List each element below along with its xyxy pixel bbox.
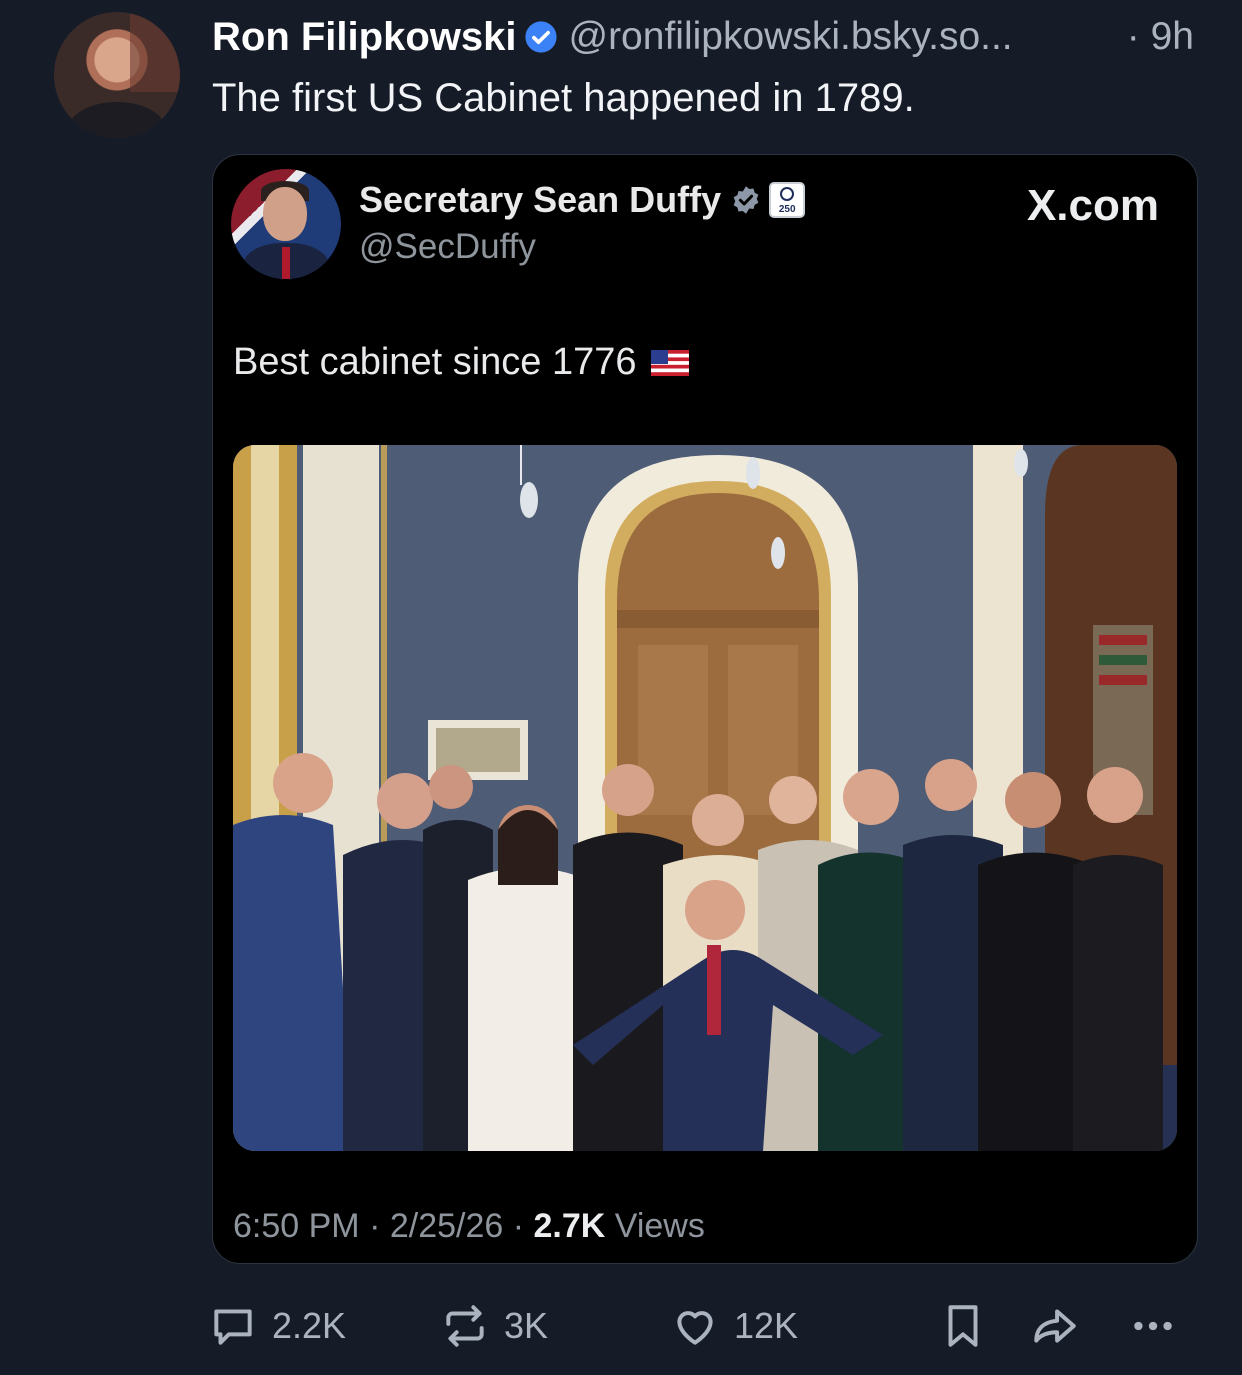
group-photo-illustration bbox=[233, 445, 1177, 1151]
embedded-post-timestamp[interactable]: 6:50 PM · 2/25/26 · bbox=[233, 1207, 534, 1245]
avatar-tie bbox=[282, 247, 290, 279]
share-arrow-icon bbox=[1034, 1309, 1076, 1343]
embedded-photo[interactable] bbox=[233, 445, 1177, 1151]
repost-button[interactable]: 3K bbox=[440, 1298, 548, 1354]
verified-check-icon bbox=[525, 21, 558, 53]
embedded-author-header: Secretary Sean Duffy 250 bbox=[359, 179, 806, 221]
views-label: Views bbox=[605, 1207, 705, 1245]
more-options-button[interactable] bbox=[1128, 1298, 1192, 1354]
views-count: 2.7K bbox=[533, 1207, 606, 1245]
us-flag-icon bbox=[650, 349, 689, 376]
embedded-author-handle[interactable]: @SecDuffy bbox=[359, 227, 536, 267]
post-header: Ron Filipkowski @ronfilipkowski.bsky.so.… bbox=[212, 12, 1013, 62]
repost-count: 3K bbox=[504, 1305, 549, 1346]
affiliation-badge-text: 250 bbox=[778, 204, 796, 215]
embedded-author-name[interactable]: Secretary Sean Duffy bbox=[359, 179, 721, 221]
bookmark-icon bbox=[948, 1305, 978, 1347]
reply-button[interactable]: 2.2K bbox=[208, 1298, 346, 1354]
post-text: The first US Cabinet happened in 1789. bbox=[212, 76, 915, 120]
embedded-post-card[interactable]: Secretary Sean Duffy 250 @SecDuffy X.com… bbox=[212, 154, 1198, 1264]
post-time[interactable]: · 9h bbox=[1127, 12, 1194, 62]
affiliation-seal bbox=[780, 187, 795, 201]
ellipsis-icon bbox=[1134, 1321, 1172, 1331]
post-actions-bar: 2.2K 3K 12K bbox=[0, 1298, 1242, 1354]
bookmark-button[interactable] bbox=[938, 1298, 1002, 1354]
avatar-background bbox=[130, 12, 180, 92]
author-avatar[interactable] bbox=[54, 12, 180, 138]
avatar-shirt bbox=[68, 102, 166, 138]
like-count: 12K bbox=[734, 1305, 799, 1346]
embedded-post-meta: 6:50 PM · 2/25/26 · 2.7K Views bbox=[233, 1207, 705, 1246]
heart-icon bbox=[677, 1311, 713, 1345]
embedded-post-text: Best cabinet since 1776 bbox=[233, 341, 637, 383]
share-button[interactable] bbox=[1030, 1298, 1094, 1354]
like-button[interactable]: 12K bbox=[670, 1298, 798, 1354]
affiliation-badge-icon: 250 bbox=[769, 182, 806, 218]
author-name[interactable]: Ron Filipkowski bbox=[212, 15, 516, 60]
source-label: X.com bbox=[1026, 181, 1159, 230]
author-handle[interactable]: @ronfilipkowski.bsky.so... bbox=[568, 15, 1012, 59]
verified-badge-icon bbox=[733, 186, 759, 214]
embedded-author-avatar[interactable] bbox=[231, 169, 341, 279]
avatar-face bbox=[263, 187, 307, 241]
reply-count: 2.2K bbox=[272, 1305, 347, 1346]
embedded-post-text-row: Best cabinet since 1776 bbox=[233, 341, 689, 384]
repost-arrows-icon bbox=[446, 1305, 484, 1347]
speech-bubble-icon bbox=[214, 1309, 252, 1345]
